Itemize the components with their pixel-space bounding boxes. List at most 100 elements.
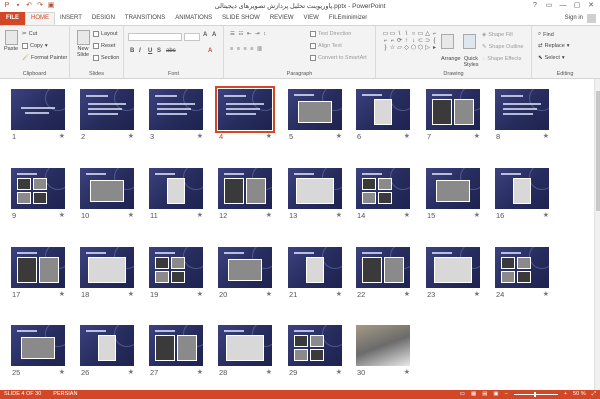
transition-star-icon[interactable]: ★ [197,368,203,376]
transition-star-icon[interactable]: ★ [59,211,65,219]
slide-preview[interactable] [11,247,65,288]
slide-thumbnail[interactable]: 7 ★ [426,89,480,142]
transition-star-icon[interactable]: ★ [404,368,410,376]
transition-star-icon[interactable]: ★ [128,290,134,298]
tab-transitions[interactable]: TRANSITIONS [120,12,170,25]
slide-thumbnail[interactable]: 13 ★ [288,168,342,221]
zoom-slider[interactable] [513,392,558,397]
slide-thumbnail[interactable]: 23 ★ [426,247,480,300]
slide-preview[interactable] [149,89,203,130]
shape-gallery-item[interactable]: ◇ [403,45,410,52]
transition-star-icon[interactable]: ★ [197,211,203,219]
slide-preview[interactable] [288,168,342,209]
shape-gallery-item[interactable]: ▭ [382,31,389,38]
fit-to-window-icon[interactable]: ⤢ [592,390,596,399]
shape-gallery-item[interactable]: ⬠ [410,45,417,52]
transition-star-icon[interactable]: ★ [474,211,480,219]
slide-preview[interactable] [495,89,549,130]
slide-thumbnail[interactable]: 15 ★ [426,168,480,221]
transition-star-icon[interactable]: ★ [474,132,480,140]
slide-preview[interactable] [288,89,342,130]
convert-smartart-button[interactable]: Convert to SmartArt [310,55,367,61]
transition-star-icon[interactable]: ★ [59,290,65,298]
shape-outline-button[interactable]: ✎ Shape Outline [482,44,523,50]
slide-preview[interactable] [149,247,203,288]
normal-view-icon[interactable]: ▭ [460,390,465,399]
slide-thumbnail[interactable]: 11 ★ [149,168,203,221]
minimize-button[interactable]: — [556,0,570,11]
font-color-button[interactable]: A [208,48,212,54]
slide-sorter-view-icon[interactable]: ▦ [471,390,476,399]
slide-preview[interactable] [218,325,272,366]
text-direction-button[interactable]: Text Direction [310,31,351,37]
slide-preview[interactable] [80,247,134,288]
layout-button[interactable]: Layout [93,31,118,37]
slide-preview[interactable] [495,247,549,288]
shape-gallery-item[interactable]: ▱ [396,45,403,52]
slide-preview[interactable] [218,247,272,288]
sign-in[interactable]: Sign in [565,12,600,25]
shape-gallery-item[interactable]: ⊂ [417,38,424,45]
shape-gallery-item[interactable]: ⬡ [417,45,424,52]
format-painter-button[interactable]: 🖌 Format Painter [22,55,67,61]
slide-preview[interactable] [149,325,203,366]
font-name-input[interactable] [128,33,182,41]
slide-preview[interactable] [495,168,549,209]
select-button[interactable]: ⬉ Select ▾ [538,55,565,61]
tab-file[interactable]: FILE [0,12,25,25]
tab-animations[interactable]: ANIMATIONS [170,12,217,25]
slide-preview[interactable] [11,89,65,130]
shape-gallery-item[interactable]: { [431,38,438,45]
slide-preview[interactable] [149,168,203,209]
slide-thumbnail[interactable]: 21 ★ [288,247,342,300]
slide-preview[interactable] [356,247,410,288]
ribbon-display-button[interactable]: ▭ [542,0,556,11]
transition-star-icon[interactable]: ★ [336,132,342,140]
transition-star-icon[interactable]: ★ [128,132,134,140]
transition-star-icon[interactable]: ★ [128,211,134,219]
language-indicator[interactable]: PERSIAN [53,390,77,399]
slide-preview[interactable] [80,89,134,130]
shrink-font-button[interactable]: A [212,32,216,38]
slide-thumbnail[interactable]: 25 ★ [11,325,65,378]
slide-preview[interactable] [356,168,410,209]
slide-thumbnail[interactable]: 9 ★ [11,168,65,221]
transition-star-icon[interactable]: ★ [404,132,410,140]
slide-preview[interactable] [356,89,410,130]
shape-gallery-item[interactable]: ☆ [389,45,396,52]
zoom-in-button[interactable]: + [564,390,567,399]
slide-thumbnail[interactable]: 24 ★ [495,247,549,300]
slide-thumbnail[interactable]: 8 ★ [495,89,549,142]
slide-preview[interactable] [11,168,65,209]
slide-preview[interactable] [215,86,275,133]
shape-effects-button[interactable]: ◌ Shape Effects [482,56,521,62]
transition-star-icon[interactable]: ★ [336,290,342,298]
slide-preview[interactable] [426,168,480,209]
font-size-input[interactable] [184,33,200,41]
transition-star-icon[interactable]: ★ [543,211,549,219]
transition-star-icon[interactable]: ★ [197,290,203,298]
slide-thumbnail[interactable]: 14 ★ [356,168,410,221]
shape-gallery-item[interactable]: △ [424,31,431,38]
shape-gallery-item[interactable]: ⊃ [424,38,431,45]
align-text-button[interactable]: Align Text [310,43,342,49]
find-button[interactable]: ⌕ Find [538,31,554,38]
slide-thumbnail[interactable]: 12 ★ [218,168,272,221]
shape-gallery-item[interactable]: ⌐ [382,38,389,45]
slide-preview[interactable] [80,168,134,209]
shape-gallery-item[interactable]: \ [403,31,410,38]
replace-button[interactable]: ⇄ Replace ▾ [538,43,570,49]
shapes-gallery[interactable]: ▭ ▭ \ \ ○ ▭ △ ⌐ ⌐ ⌐ ⟳ ↑ ↓ ⊂ ⊃{} ☆ ▱ ◇ ⬠ ⬡ ▷ ▸ [382,31,440,59]
help-button[interactable]: ? [528,0,542,11]
slide-thumbnail[interactable]: 10 ★ [80,168,134,221]
slide-thumbnail[interactable]: 27 ★ [149,325,203,378]
shape-gallery-item[interactable]: ▭ [389,31,396,38]
transition-star-icon[interactable]: ★ [543,132,549,140]
shape-gallery-item[interactable]: ⌐ [389,38,396,45]
vertical-scrollbar[interactable] [594,79,600,390]
slide-thumbnail[interactable]: 3 ★ [149,89,203,142]
tab-design[interactable]: DESIGN [87,12,120,25]
shape-fill-button[interactable]: ◈ Shape Fill [482,32,513,38]
transition-star-icon[interactable]: ★ [59,132,65,140]
slide-preview[interactable] [11,325,65,366]
